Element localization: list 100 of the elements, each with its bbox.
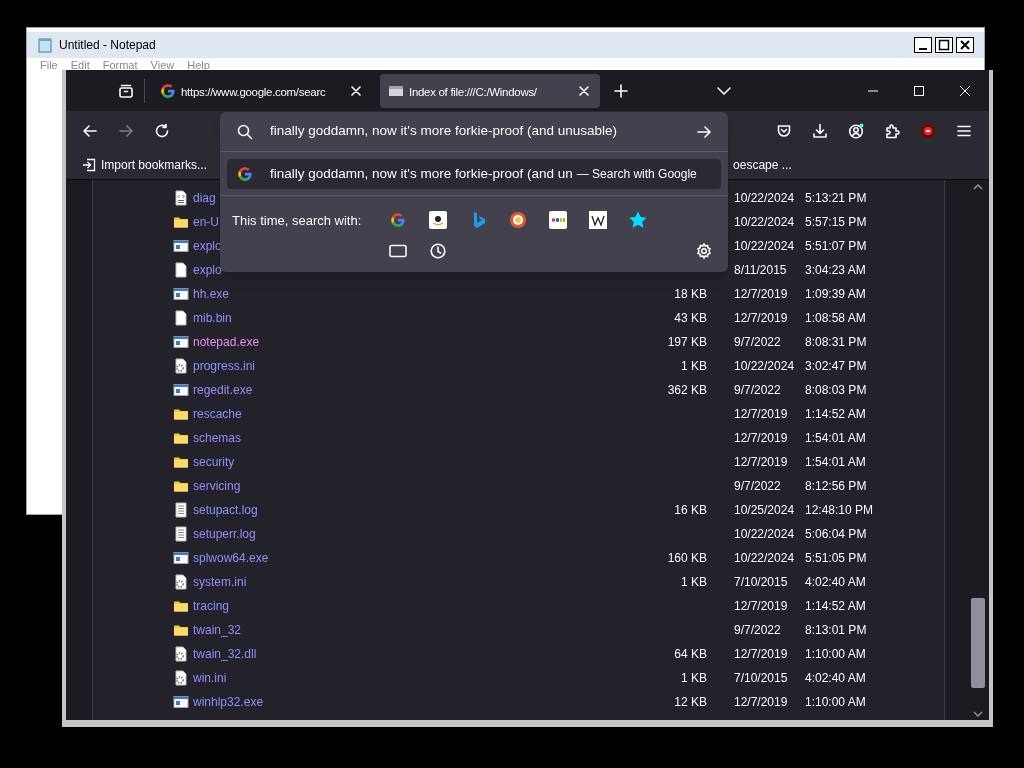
blank-page-icon: [173, 310, 189, 326]
download-icon: [812, 123, 828, 139]
gear-page-icon: [173, 574, 189, 590]
code-page-icon: [173, 190, 189, 206]
file-date: 12/7/2019: [734, 311, 788, 325]
browser-tab[interactable]: https://www.google.com/searc: [152, 73, 372, 108]
back-arrow-icon: [82, 123, 98, 139]
file-date: 9/7/2022: [734, 479, 781, 493]
file-date: 12/7/2019: [734, 647, 788, 661]
reload-icon: [154, 123, 170, 139]
scroll-down-icon[interactable]: [973, 711, 983, 717]
close-icon[interactable]: [956, 37, 974, 53]
file-date: 10/25/2024: [734, 503, 795, 517]
file-link[interactable]: mib.bin: [193, 311, 232, 325]
file-date: 10/22/2024: [734, 191, 795, 205]
file-link[interactable]: hh.exe: [193, 287, 230, 301]
file-time: 1:14:52 AM: [805, 598, 866, 615]
file-link[interactable]: explo: [193, 263, 222, 277]
file-date: 10/22/2024: [734, 359, 795, 373]
file-time: 5:06:04 PM: [805, 526, 867, 543]
file-time: 4:02:40 AM: [805, 574, 866, 591]
star-button[interactable]: [628, 210, 648, 230]
menu-item[interactable]: View: [150, 59, 175, 71]
file-link[interactable]: security: [193, 455, 235, 469]
app-window-icon: [173, 694, 189, 710]
file-link[interactable]: system.ini: [193, 575, 247, 589]
file-size: 18 KB: [674, 287, 707, 301]
window-title: Untitled - Notepad: [59, 37, 156, 54]
file-link[interactable]: twain_32: [193, 623, 242, 637]
search-engine-button[interactable]: [428, 210, 448, 230]
file-time: 3:04:23 AM: [805, 262, 866, 279]
tray-icon: [118, 82, 134, 99]
file-size: 197 KB: [667, 335, 707, 349]
lined-page-icon: [173, 502, 189, 518]
file-date: 8/11/2015: [734, 263, 787, 277]
maximize-icon: [914, 85, 924, 96]
app-window-icon: [173, 382, 189, 398]
close-icon: [960, 85, 970, 96]
browser-tab[interactable]: Index of file:///C:/Windows/: [380, 73, 600, 108]
file-size: 1 KB: [681, 575, 707, 589]
file-date: 7/10/2015: [734, 575, 788, 589]
file-link[interactable]: diag: [193, 191, 216, 205]
maximize-icon[interactable]: [935, 37, 953, 53]
menu-item[interactable]: File: [40, 59, 58, 71]
file-link[interactable]: regedit.exe: [193, 383, 253, 397]
tab-title: Index of file:///C:/Windows/: [409, 85, 537, 98]
file-size: 1 KB: [681, 671, 707, 685]
arrow-right-icon: [696, 123, 712, 140]
rectangle-icon: [389, 244, 407, 258]
file-date: 12/7/2019: [734, 455, 788, 469]
g-logo-icon: [160, 82, 176, 99]
file-time: 3:02:47 PM: [805, 358, 867, 375]
file-link[interactable]: rescache: [193, 407, 242, 421]
app-window-icon: [173, 286, 189, 302]
history-search-button[interactable]: [428, 241, 448, 261]
file-link[interactable]: en-U: [193, 215, 219, 229]
search-engine-button[interactable]: [548, 210, 568, 230]
file-time: 1:14:52 AM: [805, 406, 866, 423]
close-icon: [579, 85, 589, 96]
file-link[interactable]: splwow64.exe: [193, 551, 269, 565]
search-engine-icon: [548, 210, 568, 230]
minimize-icon[interactable]: [914, 37, 932, 53]
menu-item[interactable]: Help: [187, 59, 210, 71]
import-icon: [82, 158, 96, 172]
shield-badge-icon: [920, 123, 936, 139]
file-time: 4:02:40 AM: [805, 670, 866, 687]
file-size: 16 KB: [674, 503, 707, 517]
file-link[interactable]: setupact.log: [193, 503, 258, 517]
suggestion-row[interactable]: finally goddamn, now it's more forkie-proof (and un — Search with Google: [227, 159, 721, 189]
gear-page-icon: [173, 646, 189, 662]
file-date: 12/7/2019: [734, 287, 788, 301]
file-link[interactable]: tracing: [193, 599, 230, 613]
menu-item[interactable]: Format: [102, 59, 138, 71]
bookmark-item[interactable]: Import bookmarks...: [80, 154, 210, 176]
file-link[interactable]: setuperr.log: [193, 527, 256, 541]
bookmark-item[interactable]: oescape ...: [733, 156, 792, 174]
file-date: 12/7/2019: [734, 431, 788, 445]
account-icon: [848, 123, 864, 139]
file-link[interactable]: notepad.exe: [193, 335, 260, 349]
app-window-icon: [173, 334, 189, 350]
search-engine-button[interactable]: [588, 210, 608, 230]
search-engine-button[interactable]: [508, 210, 528, 230]
file-time: 8:08:31 PM: [805, 334, 867, 351]
file-link[interactable]: twain_32.dll: [193, 647, 257, 661]
blank-page-icon: [173, 262, 189, 278]
notepad-icon: [37, 37, 53, 53]
file-time: 5:57:15 PM: [805, 214, 867, 231]
file-link[interactable]: servicing: [193, 479, 241, 493]
file-link[interactable]: schemas: [193, 431, 242, 445]
file-link[interactable]: winhlp32.exe: [193, 695, 264, 709]
scrollbar-thumb[interactable]: [971, 598, 985, 688]
scroll-up-icon[interactable]: [973, 184, 983, 190]
file-time: 8:13:01 PM: [805, 622, 867, 639]
puzzle-icon: [884, 123, 900, 139]
file-link[interactable]: progress.ini: [193, 359, 256, 373]
file-time: 5:13:21 PM: [805, 190, 867, 207]
file-time: 1:08:58 AM: [805, 310, 866, 327]
file-time: 1:54:01 AM: [805, 430, 866, 447]
file-link[interactable]: win.ini: [193, 671, 227, 685]
menu-item[interactable]: Edit: [70, 59, 90, 71]
